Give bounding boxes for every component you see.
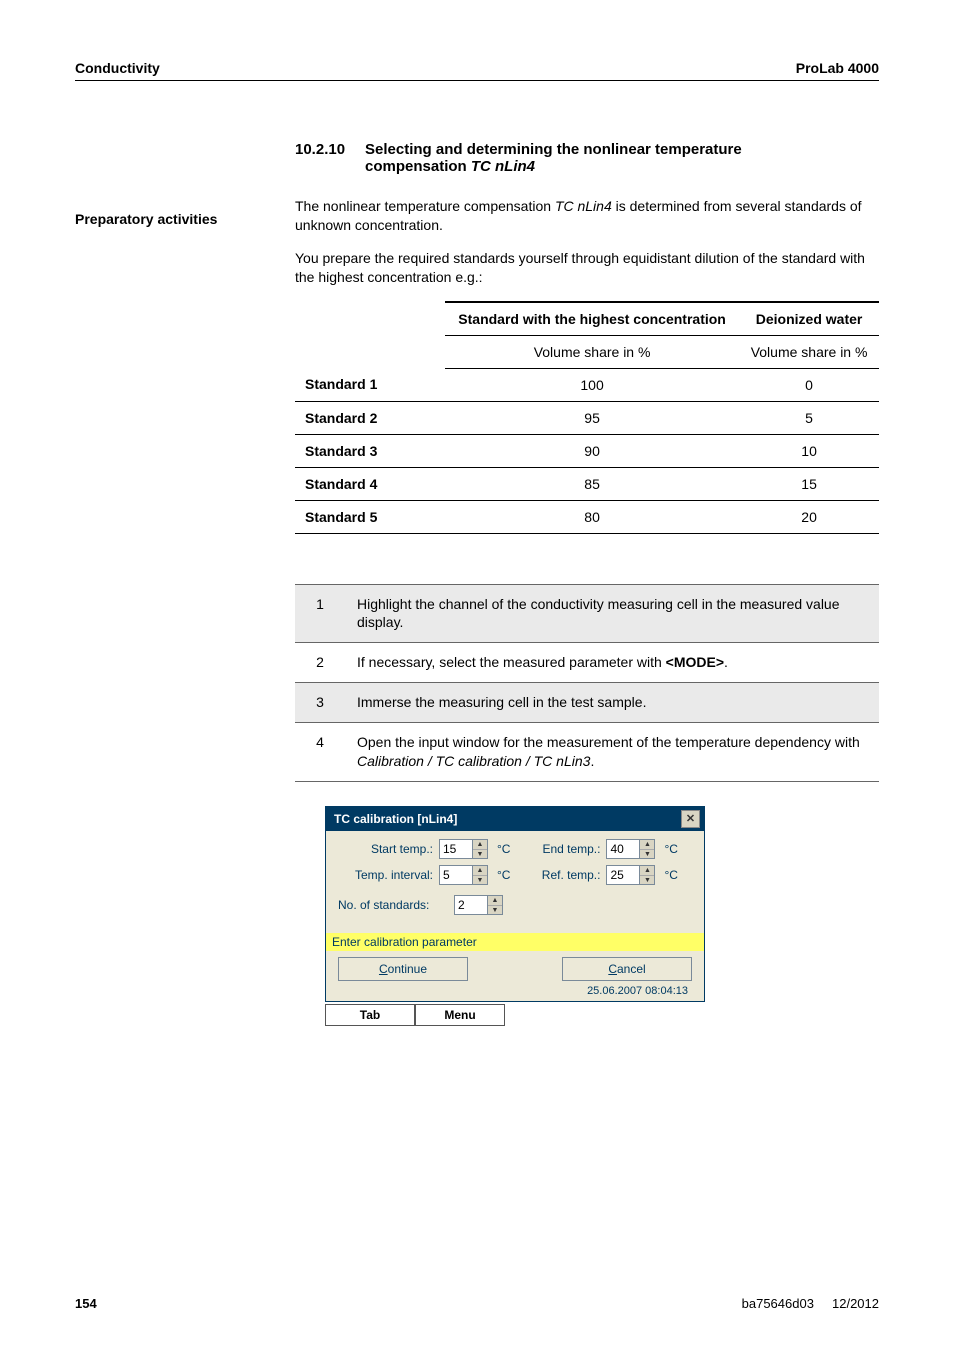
start-temp-label: Start temp.: bbox=[338, 842, 433, 856]
dialog-title: TC calibration [nLin4] bbox=[334, 812, 457, 826]
std-row-label: Standard 3 bbox=[295, 434, 445, 467]
step-text: Open the input window for the measuremen… bbox=[345, 723, 879, 782]
std-row-label: Standard 1 bbox=[295, 368, 445, 401]
unit-c: °C bbox=[664, 842, 677, 856]
step-text: If necessary, select the measured parame… bbox=[345, 643, 879, 683]
start-temp-field[interactable] bbox=[440, 840, 472, 858]
end-temp-input[interactable]: ▲▼ bbox=[606, 839, 655, 859]
intro-para-2: You prepare the required standards yours… bbox=[295, 249, 879, 287]
std-val-a: 95 bbox=[445, 401, 739, 434]
start-temp-input[interactable]: ▲▼ bbox=[439, 839, 488, 859]
std-val-b: 0 bbox=[739, 368, 879, 401]
spin-up-icon[interactable]: ▲ bbox=[640, 840, 654, 850]
std-head-1: Standard with the highest concentration bbox=[445, 302, 739, 336]
section-title-l2: compensation bbox=[365, 158, 471, 175]
header-left: Conductivity bbox=[75, 60, 160, 76]
spin-down-icon[interactable]: ▼ bbox=[488, 906, 502, 915]
std-val-a: 85 bbox=[445, 467, 739, 500]
status-line: Enter calibration parameter bbox=[326, 933, 704, 951]
step-text: Highlight the channel of the conductivit… bbox=[345, 584, 879, 643]
step-number: 2 bbox=[295, 643, 345, 683]
tab-button[interactable]: Tab bbox=[325, 1004, 415, 1026]
close-icon[interactable]: ✕ bbox=[681, 810, 700, 828]
spin-up-icon[interactable]: ▲ bbox=[488, 896, 502, 906]
step-number: 3 bbox=[295, 683, 345, 723]
end-temp-field[interactable] bbox=[607, 840, 639, 858]
spin-down-icon[interactable]: ▼ bbox=[473, 876, 487, 885]
continue-button[interactable]: Continue bbox=[338, 957, 468, 981]
std-val-b: 10 bbox=[739, 434, 879, 467]
section-number: 10.2.10 bbox=[295, 141, 365, 175]
section-title-l1: Selecting and determining the nonlinear … bbox=[365, 141, 742, 158]
spin-up-icon[interactable]: ▲ bbox=[473, 866, 487, 876]
cancel-button[interactable]: Cancel bbox=[562, 957, 692, 981]
std-val-b: 5 bbox=[739, 401, 879, 434]
intro-1a: The nonlinear temperature compensation bbox=[295, 198, 555, 214]
step-number: 1 bbox=[295, 584, 345, 643]
timestamp: 25.06.2007 08:04:13 bbox=[338, 985, 692, 997]
step-text: Immerse the measuring cell in the test s… bbox=[345, 683, 879, 723]
temp-interval-label: Temp. interval: bbox=[338, 868, 433, 882]
std-sub-2: Volume share in % bbox=[739, 335, 879, 368]
intro-para-1: The nonlinear temperature compensation T… bbox=[295, 197, 879, 235]
no-standards-input[interactable]: ▲▼ bbox=[454, 895, 503, 915]
unit-c: °C bbox=[497, 842, 510, 856]
spin-down-icon[interactable]: ▼ bbox=[473, 850, 487, 859]
unit-c: °C bbox=[497, 868, 510, 882]
step-number: 4 bbox=[295, 723, 345, 782]
spin-down-icon[interactable]: ▼ bbox=[640, 876, 654, 885]
end-temp-label: End temp.: bbox=[530, 842, 600, 856]
tc-calibration-dialog: TC calibration [nLin4] ✕ Start temp.: ▲▼… bbox=[325, 806, 705, 1002]
std-row-label: Standard 5 bbox=[295, 500, 445, 533]
std-val-b: 20 bbox=[739, 500, 879, 533]
page-number: 154 bbox=[75, 1296, 97, 1311]
std-val-a: 80 bbox=[445, 500, 739, 533]
ref-temp-label: Ref. temp.: bbox=[530, 868, 600, 882]
no-standards-field[interactable] bbox=[455, 896, 487, 914]
intro-1em: TC nLin4 bbox=[555, 198, 612, 214]
steps-table: 1Highlight the channel of the conductivi… bbox=[295, 584, 879, 782]
std-sub-1: Volume share in % bbox=[445, 335, 739, 368]
std-row-label: Standard 2 bbox=[295, 401, 445, 434]
spin-up-icon[interactable]: ▲ bbox=[473, 840, 487, 850]
section-heading: 10.2.10 Selecting and determining the no… bbox=[295, 141, 879, 175]
footer-doc: ba75646d03 bbox=[742, 1296, 814, 1311]
no-standards-label: No. of standards: bbox=[338, 898, 448, 912]
side-label: Preparatory activities bbox=[75, 211, 295, 227]
temp-interval-field[interactable] bbox=[440, 866, 472, 884]
std-head-2: Deionized water bbox=[739, 302, 879, 336]
spin-down-icon[interactable]: ▼ bbox=[640, 850, 654, 859]
std-row-label: Standard 4 bbox=[295, 467, 445, 500]
ref-temp-input[interactable]: ▲▼ bbox=[606, 865, 655, 885]
std-val-a: 90 bbox=[445, 434, 739, 467]
standards-table: Standard with the highest concentration … bbox=[295, 301, 879, 534]
std-val-b: 15 bbox=[739, 467, 879, 500]
temp-interval-input[interactable]: ▲▼ bbox=[439, 865, 488, 885]
spin-up-icon[interactable]: ▲ bbox=[640, 866, 654, 876]
header-right: ProLab 4000 bbox=[796, 60, 879, 76]
footer-date: 12/2012 bbox=[832, 1296, 879, 1311]
unit-c: °C bbox=[664, 868, 677, 882]
ref-temp-field[interactable] bbox=[607, 866, 639, 884]
menu-button[interactable]: Menu bbox=[415, 1004, 505, 1026]
section-title-em: TC nLin4 bbox=[471, 158, 535, 175]
std-val-a: 100 bbox=[445, 368, 739, 401]
